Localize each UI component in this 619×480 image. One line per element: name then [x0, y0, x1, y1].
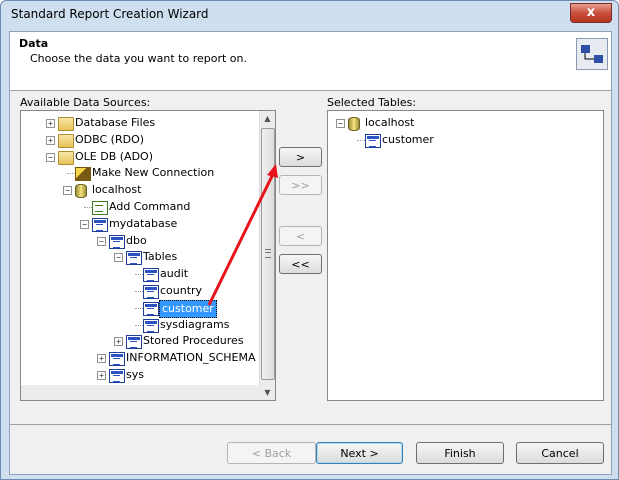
collapse-icon[interactable]: − — [63, 186, 72, 196]
table-icon — [365, 133, 381, 148]
source-tree-item-label: Database Files — [75, 116, 156, 129]
source-tree-item[interactable]: Add Command — [21, 199, 257, 215]
source-tree-item-label: sys — [126, 368, 144, 381]
wand-icon — [75, 167, 91, 182]
source-tree-item[interactable]: − mydatabase — [21, 216, 257, 232]
expand-icon[interactable]: + — [114, 337, 123, 347]
source-tree-item-label: INFORMATION_SCHEMA — [126, 351, 256, 365]
selected-tree-item-label: customer — [382, 132, 434, 146]
command-icon — [92, 201, 108, 215]
finish-button[interactable]: Finish — [416, 442, 504, 464]
window-title: Standard Report Creation Wizard — [11, 7, 209, 21]
table-icon — [126, 251, 142, 266]
scroll-up-icon[interactable]: ▲ — [260, 111, 275, 126]
table-icon — [109, 369, 125, 383]
collapse-icon[interactable]: − — [80, 219, 89, 229]
remove-table-button[interactable]: < — [279, 226, 322, 246]
source-tree-item[interactable]: + ODBC (RDO) — [21, 132, 257, 148]
folder-icon — [58, 133, 74, 148]
collapse-icon[interactable]: − — [336, 119, 345, 128]
selected-tree-item-label: localhost — [365, 116, 415, 129]
selected-tree-item[interactable]: − localhost — [328, 115, 564, 131]
source-tree-item[interactable]: customer — [21, 299, 257, 318]
add-all-button[interactable]: >> — [279, 175, 322, 195]
expand-icon[interactable]: + — [46, 119, 55, 128]
database-icon — [348, 117, 360, 131]
table-icon — [143, 318, 159, 333]
table-icon — [126, 335, 142, 350]
back-button[interactable]: < Back — [227, 442, 316, 464]
selected-tables-label: Selected Tables: — [327, 96, 417, 109]
source-tree-item-label: Stored Procedures — [143, 334, 244, 348]
folder-icon — [58, 117, 74, 131]
database-icon — [75, 184, 87, 199]
collapse-icon[interactable]: − — [114, 253, 123, 263]
expand-icon[interactable]: + — [97, 354, 106, 364]
next-button[interactable]: Next > — [316, 442, 403, 464]
source-tree-item[interactable]: Make New Connection — [21, 165, 257, 182]
table-icon — [143, 268, 159, 283]
table-icon — [143, 285, 159, 299]
source-tree-item[interactable]: − Tables — [21, 249, 257, 266]
footer-divider — [10, 424, 611, 425]
close-button[interactable]: x — [570, 3, 612, 23]
header-panel: Data Choose the data you want to report … — [10, 32, 611, 91]
source-tree-item-label: localhost — [92, 183, 142, 197]
scroll-thumb[interactable] — [261, 128, 275, 380]
source-tree-item[interactable]: country — [21, 283, 257, 299]
scroll-down-icon[interactable]: ▼ — [260, 385, 275, 400]
available-sources-label: Available Data Sources: — [20, 96, 151, 109]
collapse-icon[interactable]: − — [46, 152, 55, 162]
dialog-body: Data Choose the data you want to report … — [9, 31, 612, 475]
source-tree-item-label: ODBC (RDO) — [75, 132, 145, 146]
expand-icon[interactable]: + — [97, 371, 106, 380]
wizard-window: Standard Report Creation Wizard x Data C… — [0, 0, 619, 480]
remove-all-button[interactable]: << — [279, 254, 322, 274]
source-tree-item-label: dbo — [126, 233, 147, 247]
title-bar: Standard Report Creation Wizard x — [1, 1, 618, 29]
source-tree-item-label: Tables — [143, 250, 178, 264]
source-tree-item[interactable]: + sys — [21, 367, 257, 383]
source-tree-item[interactable]: + Database Files — [21, 115, 257, 131]
folder-icon — [58, 150, 74, 165]
table-icon — [109, 352, 125, 367]
source-tree-item[interactable]: − localhost — [21, 182, 257, 199]
link-tables-icon — [576, 38, 608, 70]
page-title: Data — [19, 37, 49, 50]
source-tree-item-label: customer — [159, 299, 217, 318]
selected-tables-tree[interactable]: − localhost customer — [327, 110, 604, 401]
tree-horizontal-scrollbar[interactable] — [21, 385, 260, 400]
source-tree-item-label: mydatabase — [109, 216, 178, 230]
source-tree-item-label: OLE DB (ADO) — [75, 149, 153, 163]
source-tree-item[interactable]: − dbo — [21, 233, 257, 249]
expand-icon[interactable]: + — [46, 135, 55, 145]
tree-vertical-scrollbar[interactable]: ▲ ▼ — [259, 111, 275, 400]
source-tree-item-label: audit — [160, 267, 189, 281]
table-icon — [92, 217, 108, 232]
source-tree-item-label: Make New Connection — [92, 166, 215, 180]
collapse-icon[interactable]: − — [97, 236, 106, 246]
source-tree-item-label: Add Command — [109, 200, 191, 213]
cancel-button[interactable]: Cancel — [516, 442, 604, 464]
table-icon — [109, 234, 125, 249]
page-subtitle: Choose the data you want to report on. — [30, 52, 247, 65]
source-tree-item-label: sysdiagrams — [160, 317, 230, 331]
available-sources-tree[interactable]: ▲ ▼ + Database Files + ODBC (RDO) − OLE DB (A… — [20, 110, 276, 401]
source-tree-item[interactable]: + Stored Procedures — [21, 333, 257, 350]
source-tree-item[interactable]: + INFORMATION_SCHEMA — [21, 350, 257, 367]
source-tree-item[interactable]: − OLE DB (ADO) — [21, 149, 257, 165]
add-table-button[interactable]: > — [279, 147, 322, 167]
source-tree-item-label: country — [160, 284, 203, 297]
selected-tree-item[interactable]: customer — [328, 132, 564, 148]
source-tree-item[interactable]: audit — [21, 266, 257, 283]
source-tree-item[interactable]: sysdiagrams — [21, 317, 257, 333]
table-icon — [143, 301, 159, 316]
